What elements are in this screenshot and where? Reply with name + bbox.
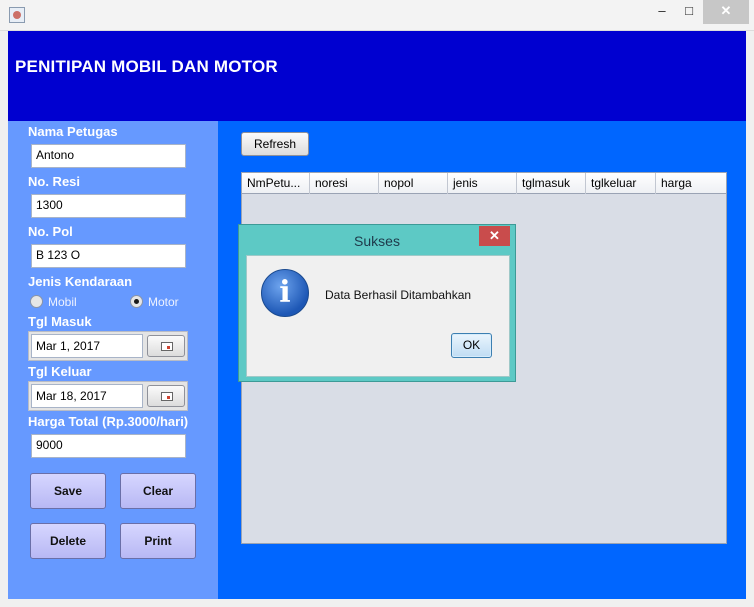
nama-petugas-field[interactable]: Antono	[31, 144, 186, 168]
column-header-tglmasuk[interactable]: tglmasuk	[517, 173, 586, 194]
radio-motor[interactable]: Motor	[130, 295, 179, 309]
delete-button[interactable]: Delete	[30, 523, 106, 559]
form-panel: Nama Petugas Antono No. Resi 1300 No. Po…	[8, 121, 218, 599]
refresh-button[interactable]: Refresh	[241, 132, 309, 156]
radio-motor-label: Motor	[148, 295, 179, 309]
no-resi-field[interactable]: 1300	[31, 194, 186, 218]
clear-button[interactable]: Clear	[120, 473, 196, 509]
info-icon: i	[261, 269, 309, 317]
no-pol-label: No. Pol	[28, 224, 73, 239]
tgl-keluar-field[interactable]: Mar 18, 2017	[31, 384, 143, 408]
java-app-icon	[9, 7, 25, 23]
radio-mobil-indicator[interactable]	[30, 295, 43, 308]
tgl-masuk-field[interactable]: Mar 1, 2017	[31, 334, 143, 358]
dialog-title: Sukses	[354, 233, 400, 249]
column-header-jenis[interactable]: jenis	[448, 173, 517, 194]
calendar-icon	[161, 392, 173, 401]
dialog-close-button[interactable]: ✕	[479, 226, 510, 246]
no-resi-label: No. Resi	[28, 174, 81, 189]
tgl-keluar-calendar-button[interactable]	[147, 385, 185, 407]
tgl-masuk-datepicker: Mar 1, 2017	[28, 331, 188, 361]
save-button[interactable]: Save	[30, 473, 106, 509]
close-window-button[interactable]: ✕	[703, 0, 749, 24]
success-dialog: Sukses ✕ i Data Berhasil Ditambahkan OK	[238, 224, 516, 382]
column-header-nmpetugas[interactable]: NmPetu...	[242, 173, 310, 194]
radio-motor-indicator[interactable]	[130, 295, 143, 308]
tgl-keluar-datepicker: Mar 18, 2017	[28, 381, 188, 411]
header-banner: PENITIPAN MOBIL DAN MOTOR	[8, 31, 746, 121]
jenis-kendaraan-label: Jenis Kendaraan	[28, 274, 133, 289]
dialog-body: i Data Berhasil Ditambahkan OK	[246, 255, 510, 377]
minimize-button[interactable]: –	[650, 0, 674, 24]
harga-total-label: Harga Total (Rp.3000/hari)	[28, 414, 189, 429]
radio-mobil[interactable]: Mobil	[30, 295, 77, 309]
table-header: NmPetu... noresi nopol jenis tglmasuk tg…	[242, 173, 726, 194]
calendar-icon	[161, 342, 173, 351]
nama-petugas-label: Nama Petugas	[28, 124, 118, 139]
tgl-masuk-label: Tgl Masuk	[28, 314, 92, 329]
page-title: PENITIPAN MOBIL DAN MOTOR	[15, 57, 278, 76]
dialog-message: Data Berhasil Ditambahkan	[325, 288, 472, 302]
column-header-nopol[interactable]: nopol	[379, 173, 448, 194]
column-header-tglkeluar[interactable]: tglkeluar	[586, 173, 656, 194]
harga-total-field[interactable]: 9000	[31, 434, 186, 458]
tgl-keluar-label: Tgl Keluar	[28, 364, 92, 379]
maximize-button[interactable]: □	[676, 0, 702, 24]
no-pol-field[interactable]: B 123 O	[31, 244, 186, 268]
column-header-harga[interactable]: harga	[656, 173, 726, 194]
tgl-masuk-calendar-button[interactable]	[147, 335, 185, 357]
column-header-noresi[interactable]: noresi	[310, 173, 379, 194]
print-button[interactable]: Print	[120, 523, 196, 559]
radio-mobil-label: Mobil	[48, 295, 77, 309]
window-titlebar: – □ ✕	[0, 0, 754, 31]
ok-button[interactable]: OK	[451, 333, 492, 358]
